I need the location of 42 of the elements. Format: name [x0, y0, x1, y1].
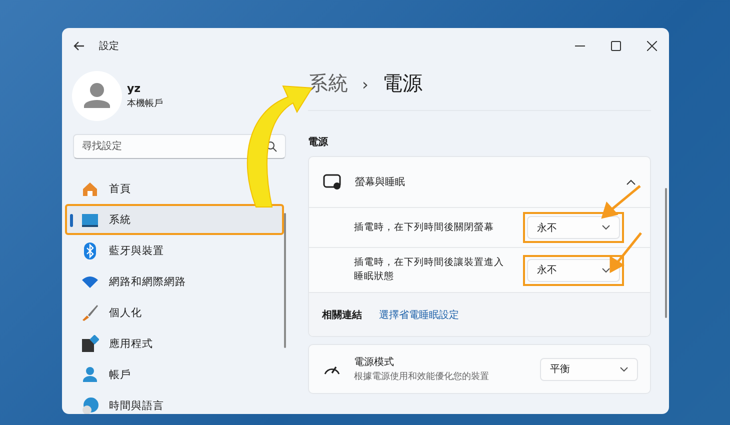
search-icon	[266, 141, 277, 152]
timeout-dropdown[interactable]: 永不	[527, 258, 620, 282]
brush-icon	[81, 304, 99, 322]
apps-icon	[81, 334, 99, 352]
window-title: 設定	[99, 40, 119, 53]
power-mode-dropdown[interactable]: 平衡	[540, 358, 638, 380]
chevron-down-icon	[602, 225, 610, 230]
search-field[interactable]: 尋找設定	[73, 134, 286, 159]
setting-label: 插電時，在下列時間後讓裝置進入睡眠狀態	[354, 256, 504, 284]
section-heading: 電源	[308, 136, 329, 149]
chevron-down-icon	[602, 268, 610, 272]
screen-sleep-icon	[323, 174, 341, 190]
clock-globe-icon	[81, 396, 99, 414]
bluetooth-icon	[81, 242, 99, 260]
chevron-down-icon	[620, 366, 628, 372]
expander-header[interactable]: 螢幕與睡眠	[309, 157, 650, 207]
setting-label: 插電時，在下列時間後關閉螢幕	[354, 220, 495, 234]
sidebar-item[interactable]: 應用程式	[65, 328, 284, 359]
user-name: yz	[127, 82, 142, 95]
power-mode-description: 根據電源使用和效能優化您的裝置	[354, 370, 489, 383]
back-arrow-icon[interactable]	[73, 40, 85, 52]
avatar-icon	[72, 71, 122, 121]
chevron-icon	[626, 179, 636, 185]
sidebar-item[interactable]: 首頁	[65, 173, 284, 204]
home-icon	[81, 180, 99, 198]
page-title: 電源	[382, 70, 422, 97]
power-sleep-link[interactable]: 選擇省電睡眠設定	[379, 308, 459, 322]
sidebar-item[interactable]: 藍牙與裝置	[65, 235, 284, 266]
person-icon	[81, 366, 99, 384]
maximize-icon[interactable]	[611, 41, 621, 51]
sidebar-item[interactable]: 個人化	[65, 297, 284, 328]
breadcrumb-parent[interactable]: 系統	[308, 70, 348, 97]
sidebar-item[interactable]: 網路和網際網路	[65, 266, 284, 297]
sidebar-item[interactable]: 時間與語言	[65, 390, 284, 414]
breadcrumb-separator: ›	[362, 75, 368, 94]
account-type: 本機帳戶	[127, 98, 163, 110]
related-links-label: 相關連結	[322, 308, 362, 322]
power-mode-title: 電源模式	[354, 356, 395, 369]
sidebar-item[interactable]: 帳戶	[65, 359, 284, 390]
sidebar-item[interactable]: 系統	[65, 204, 284, 235]
timeout-dropdown[interactable]: 永不	[527, 216, 620, 239]
close-icon[interactable]	[647, 41, 657, 51]
